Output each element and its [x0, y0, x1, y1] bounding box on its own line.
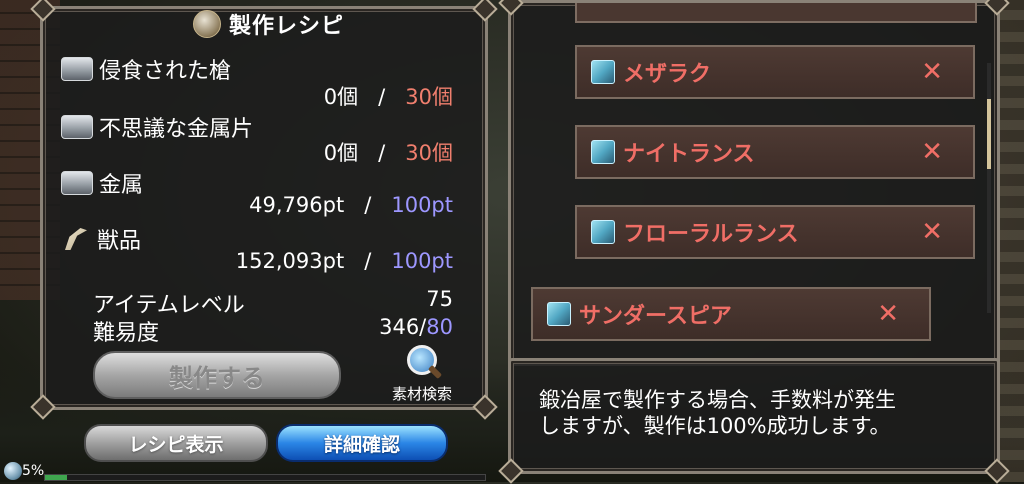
- material-count: 0個 / 30個: [324, 137, 453, 167]
- cross-icon: ✕: [921, 57, 943, 87]
- material-row: 不思議な金属片: [61, 111, 253, 143]
- spear-icon: [547, 302, 571, 326]
- progress-bar: [44, 474, 486, 481]
- recipe-item-name: メザラク: [623, 62, 712, 87]
- recipe-item-name: フローラルランス: [623, 222, 799, 247]
- material-separator: /: [364, 249, 372, 273]
- info-text: 鍛冶屋で製作する場合、手数料が発生 しますが、製作は100%成功します。: [539, 388, 896, 438]
- material-need: 100pt: [391, 193, 453, 217]
- difficulty-max: 80: [426, 315, 453, 339]
- panel-title: 製作レシピ: [229, 14, 345, 39]
- spear-icon: [591, 60, 615, 84]
- material-have: 0個: [323, 85, 359, 109]
- material-row: 獣品: [61, 223, 141, 255]
- spear-icon: [591, 140, 615, 164]
- difficulty-current: 346/: [379, 315, 427, 339]
- spear-icon: [591, 220, 615, 244]
- cross-icon: ✕: [877, 299, 899, 329]
- material-search-button[interactable]: 素材検索: [375, 345, 469, 404]
- material-name: 侵食された槍: [99, 59, 232, 84]
- material-count: 0個 / 30個: [324, 81, 453, 111]
- recipe-view-button[interactable]: レシピ表示: [84, 424, 268, 462]
- panel-title-bar: 製作レシピ: [193, 9, 383, 39]
- recipe-item-selected[interactable]: サンダースピア ✕: [531, 287, 931, 341]
- cross-icon: ✕: [921, 137, 943, 167]
- material-need: 30個: [405, 141, 453, 165]
- recipe-item-name: ナイトランス: [623, 142, 755, 167]
- progress-fill: [45, 475, 67, 480]
- craft-button-label: 製作する: [169, 363, 265, 392]
- recipe-item[interactable]: メザラク ✕: [575, 45, 975, 99]
- material-separator: /: [378, 85, 386, 109]
- material-need: 100pt: [391, 249, 453, 273]
- material-name: 不思議な金属片: [99, 117, 254, 142]
- material-name: 金属: [99, 173, 144, 198]
- material-need: 30個: [405, 85, 453, 109]
- recipe-item[interactable]: フローラルランス ✕: [575, 205, 975, 259]
- item-level-value: 75: [426, 287, 453, 311]
- material-count: 152,093pt / 100pt: [236, 249, 453, 273]
- anvil-hammer-icon: [193, 10, 221, 38]
- frame-corner-ornament: [498, 0, 524, 16]
- recipe-item-partial[interactable]: [575, 3, 977, 23]
- scrollbar-thumb[interactable]: [987, 99, 991, 169]
- info-panel: 鍛冶屋で製作する場合、手数料が発生 しますが、製作は100%成功します。: [498, 358, 1010, 484]
- material-separator: /: [364, 193, 372, 217]
- status-percent: 5%: [22, 463, 45, 479]
- magnifier-icon: [404, 345, 443, 381]
- material-search-label: 素材検索: [391, 385, 452, 403]
- cross-icon: ✕: [921, 217, 943, 247]
- recipe-item-name: サンダースピア: [579, 304, 732, 329]
- ingot-icon: [61, 115, 93, 139]
- frame-corner-ornament: [472, 0, 498, 22]
- material-have: 152,093pt: [235, 249, 345, 273]
- difficulty-value: 346/80: [379, 315, 453, 339]
- ingot-icon: [61, 57, 93, 81]
- recipe-item[interactable]: ナイトランス ✕: [575, 125, 975, 179]
- recipe-list-panel: メザラク ✕ ナイトランス ✕ フローラルランス ✕ サンダースピア ✕: [498, 0, 1010, 366]
- recipe-panel: 製作レシピ 侵食された槍 0個 / 30個 不思議な金属片 0個 / 30個 金…: [30, 0, 498, 420]
- material-separator: /: [378, 141, 386, 165]
- detail-button[interactable]: 詳細確認: [276, 424, 448, 462]
- material-count: 49,796pt / 100pt: [249, 193, 453, 217]
- ingot-icon: [61, 171, 93, 195]
- material-have: 49,796pt: [249, 193, 345, 217]
- craft-button[interactable]: 製作する: [93, 351, 341, 399]
- detail-label: 詳細確認: [323, 433, 400, 456]
- scrollbar[interactable]: [987, 63, 991, 313]
- material-name: 獣品: [97, 229, 142, 254]
- material-row: 侵食された槍: [61, 53, 231, 85]
- globe-icon: [4, 462, 22, 480]
- fang-icon: [65, 228, 87, 250]
- background-right-wall: [996, 0, 1024, 482]
- material-row: 金属: [61, 167, 143, 199]
- material-have: 0個: [323, 141, 359, 165]
- recipe-view-label: レシピ表示: [128, 433, 224, 456]
- difficulty-label: 難易度: [93, 321, 160, 346]
